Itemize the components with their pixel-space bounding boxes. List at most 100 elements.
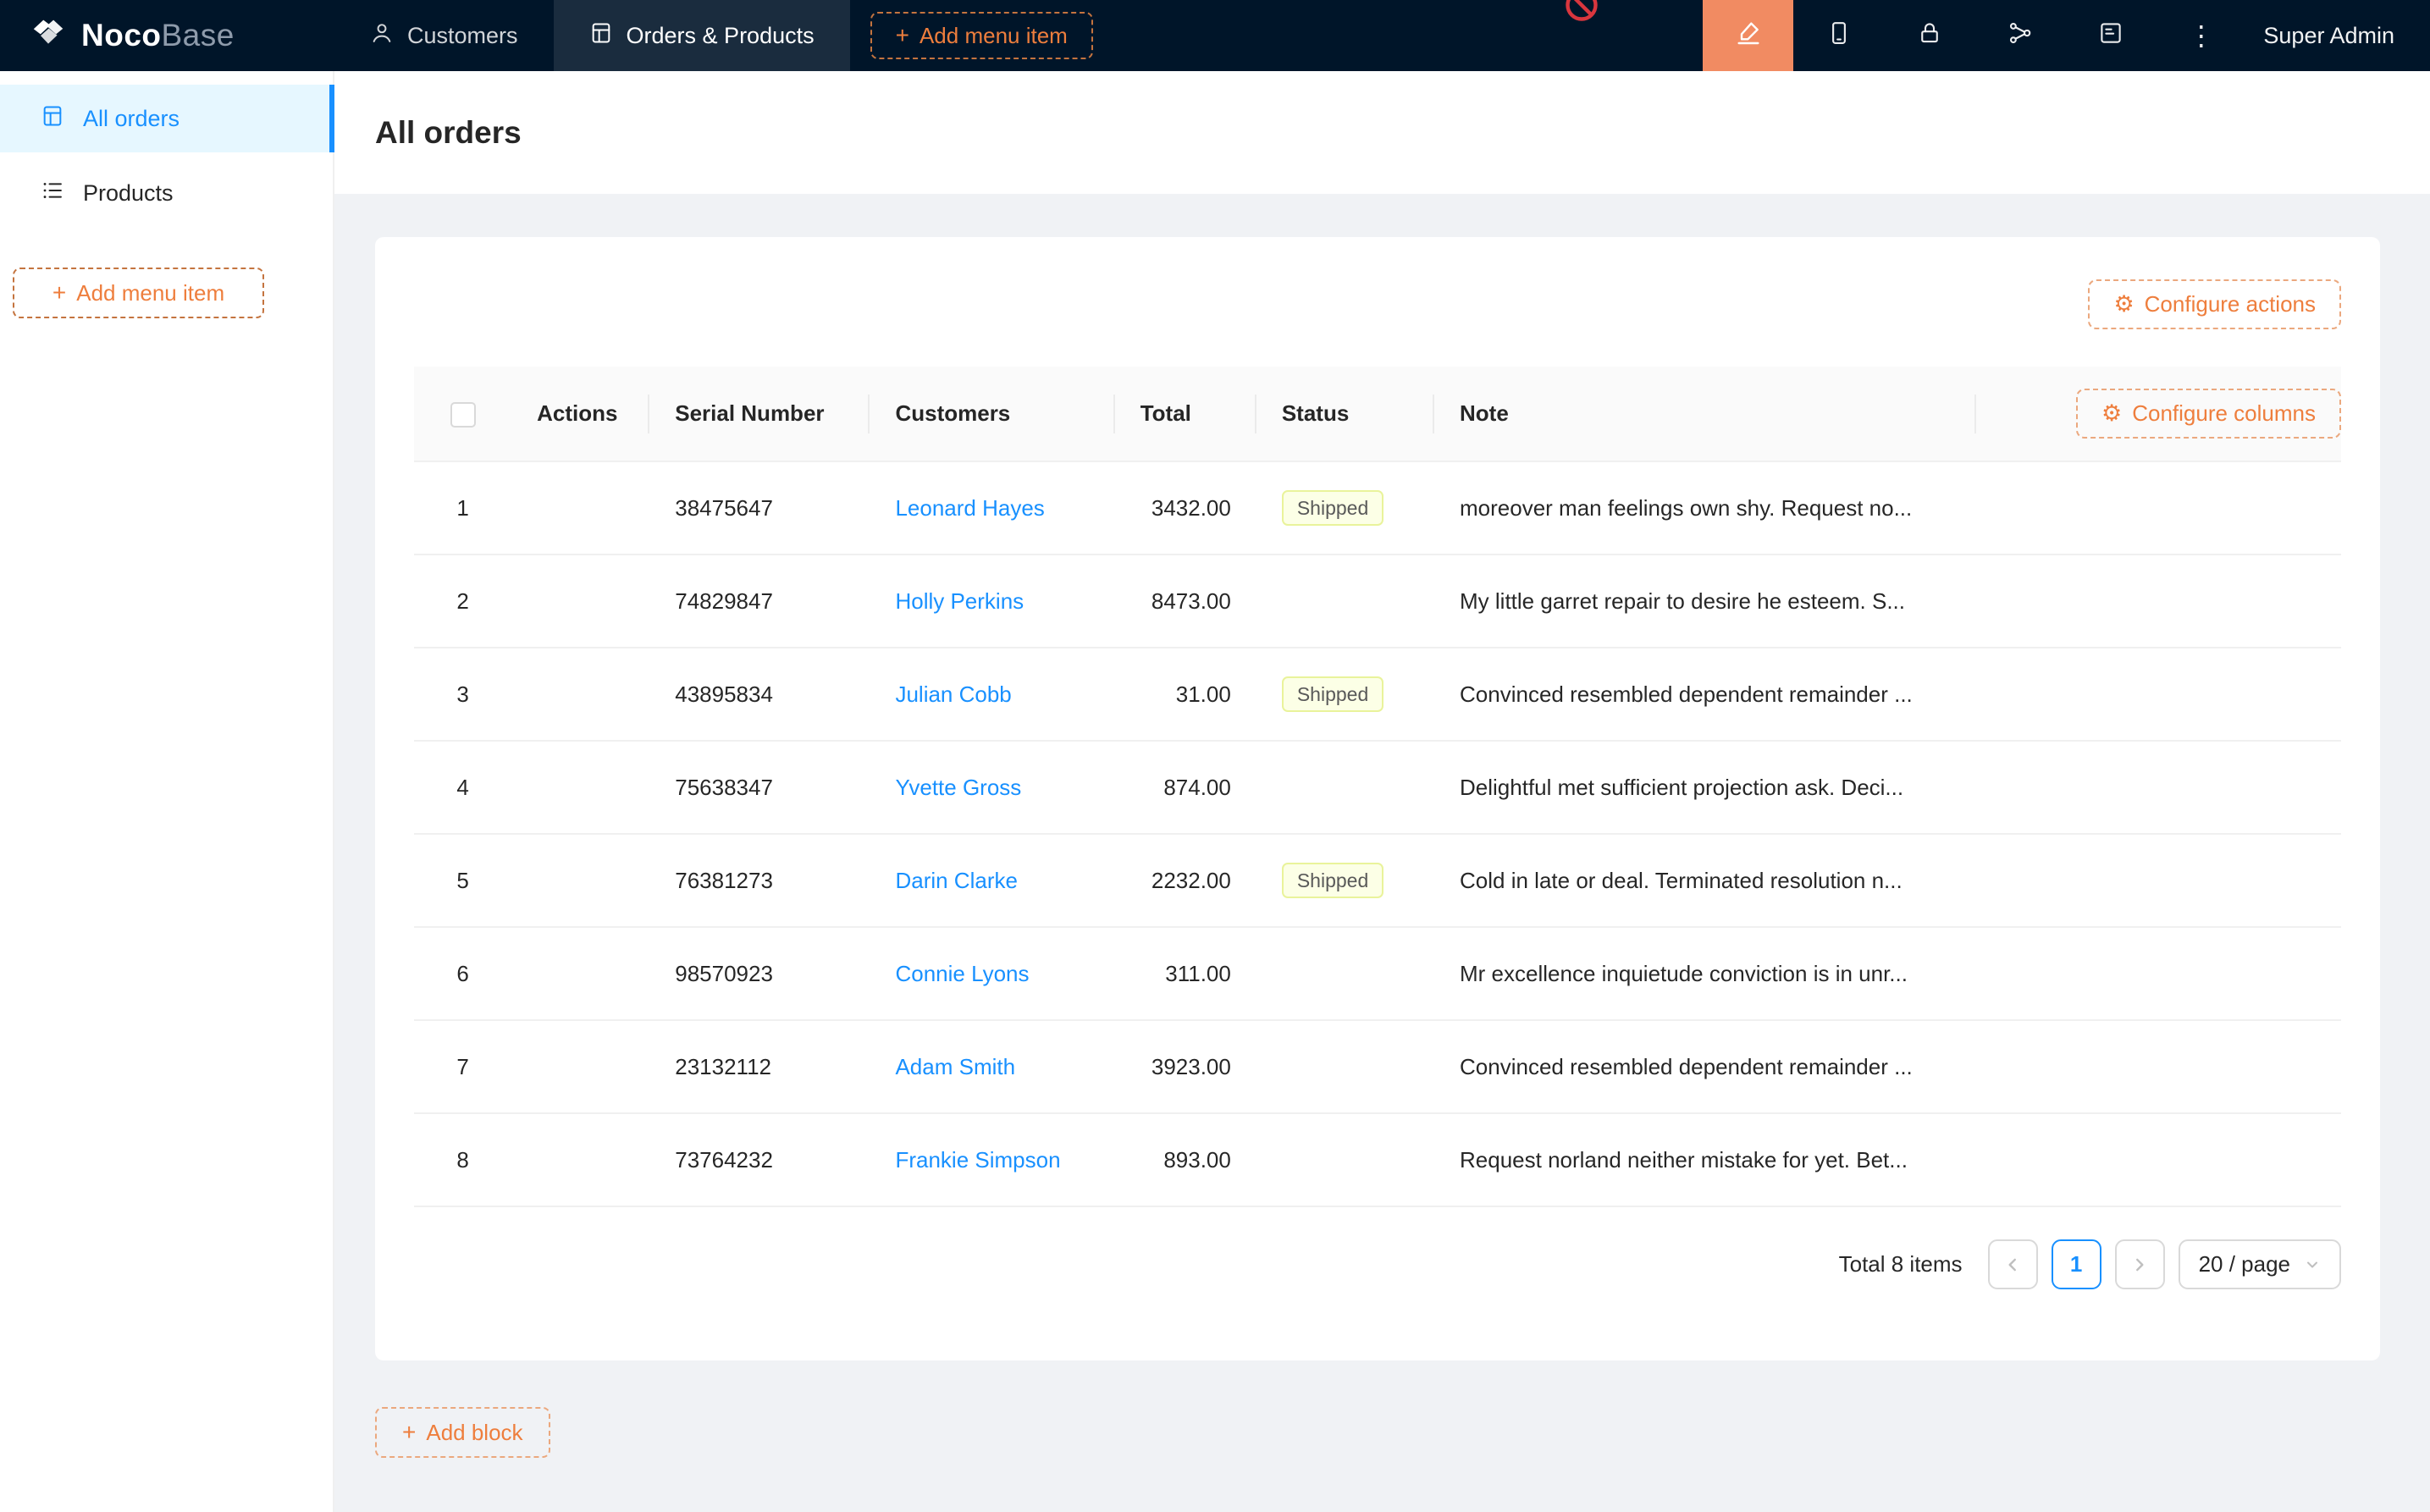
- status-tag: Shipped: [1282, 490, 1383, 526]
- gear-icon: ⚙: [2101, 402, 2122, 425]
- row-index: 3: [414, 648, 511, 741]
- note-cell: Convinced resembled dependent remainder …: [1434, 1020, 1976, 1113]
- previous-page-button[interactable]: [1988, 1239, 2038, 1289]
- chevron-right-icon: [2130, 1255, 2149, 1274]
- configure-actions-button[interactable]: ⚙ Configure actions: [2088, 279, 2341, 329]
- plus-icon: +: [896, 22, 909, 49]
- select-all-checkbox[interactable]: [450, 402, 476, 428]
- page-size-value: 20 / page: [2199, 1251, 2290, 1277]
- serial-cell: 75638347: [649, 741, 870, 834]
- column-header-customers: Customers: [870, 367, 1114, 461]
- orders-icon: [589, 21, 613, 51]
- add-block-button[interactable]: + Add block: [375, 1407, 550, 1458]
- note-cell: Cold in late or deal. Terminated resolut…: [1434, 834, 1976, 927]
- highlighter-icon: [1735, 19, 1762, 52]
- customer-link[interactable]: Frankie Simpson: [895, 1147, 1060, 1173]
- list-icon: [41, 179, 64, 208]
- next-page-button[interactable]: [2115, 1239, 2165, 1289]
- orders-table-body: 1 38475647 Leonard Hayes 3432.00 Shipped…: [414, 461, 2341, 1206]
- note-cell: Convinced resembled dependent remainder …: [1434, 648, 1976, 741]
- customer-link[interactable]: Connie Lyons: [895, 961, 1029, 986]
- status-tag: Shipped: [1282, 676, 1383, 712]
- permissions-button[interactable]: [1884, 0, 1974, 71]
- total-cell: 311.00: [1115, 927, 1256, 1020]
- total-cell: 2232.00: [1115, 834, 1256, 927]
- ellipsis-icon: ⋮: [2188, 22, 2215, 49]
- app-title: NocoBase: [81, 18, 235, 53]
- customer-link[interactable]: Yvette Gross: [895, 775, 1021, 800]
- column-header-status: Status: [1256, 367, 1434, 461]
- mobile-icon: [1826, 20, 1852, 52]
- serial-cell: 74829847: [649, 555, 870, 648]
- top-header: NocoBase Customers Orders & Products + A…: [0, 0, 2430, 71]
- nav-item-orders-products[interactable]: Orders & Products: [554, 0, 850, 71]
- total-cell: 3923.00: [1115, 1020, 1256, 1113]
- user-icon: [370, 21, 394, 51]
- lock-icon: [1917, 20, 1942, 52]
- api-button[interactable]: [1974, 0, 2065, 71]
- sidebar-add-menu-item-button[interactable]: + Add menu item: [13, 268, 264, 318]
- nav-item-label: Customers: [407, 23, 518, 49]
- sidebar: All orders Products + Add menu item: [0, 71, 334, 1512]
- customer-link[interactable]: Darin Clarke: [895, 868, 1018, 893]
- row-index: 8: [414, 1113, 511, 1206]
- customer-link[interactable]: Julian Cobb: [895, 682, 1011, 707]
- customer-link[interactable]: Leonard Hayes: [895, 495, 1044, 521]
- column-header-note: Note: [1434, 367, 1976, 461]
- note-cell: moreover man feelings own shy. Request n…: [1434, 461, 1976, 555]
- total-cell: 8473.00: [1115, 555, 1256, 648]
- customer-link[interactable]: Holly Perkins: [895, 588, 1024, 614]
- not-allowed-cursor-icon: [1563, 0, 1600, 30]
- nocobase-logo-icon: [29, 14, 68, 58]
- sidebar-item-products[interactable]: Products: [0, 159, 333, 227]
- pagination: Total 8 items 1 20 / page: [414, 1239, 2341, 1289]
- serial-cell: 98570923: [649, 927, 870, 1020]
- configure-columns-button[interactable]: ⚙ Configure columns: [2076, 389, 2341, 439]
- page-number-button[interactable]: 1: [2052, 1239, 2101, 1289]
- table-row: 4 75638347 Yvette Gross 874.00 Delightfu…: [414, 741, 2341, 834]
- plus-icon: +: [402, 1419, 416, 1446]
- ui-editor-button[interactable]: [1703, 0, 1793, 71]
- nav-item-customers[interactable]: Customers: [334, 0, 554, 71]
- page-header: All orders: [334, 71, 2430, 194]
- header-add-menu-item-button[interactable]: + Add menu item: [870, 12, 1093, 59]
- row-index: 2: [414, 555, 511, 648]
- orders-table: Actions Serial Number Customers Total St…: [414, 367, 2341, 1207]
- layout-settings-button[interactable]: [2065, 0, 2156, 71]
- table-row: 8 73764232 Frankie Simpson 893.00 Reques…: [414, 1113, 2341, 1206]
- nav-item-label: Orders & Products: [627, 23, 815, 49]
- column-header-actions: Actions: [511, 367, 649, 461]
- table-row: 7 23132112 Adam Smith 3923.00 Convinced …: [414, 1020, 2341, 1113]
- total-cell: 3432.00: [1115, 461, 1256, 555]
- column-header-serial: Serial Number: [649, 367, 870, 461]
- user-menu[interactable]: Super Admin: [2246, 0, 2430, 71]
- orders-list-icon: [41, 104, 64, 134]
- table-row: 3 43895834 Julian Cobb 31.00 Shipped Con…: [414, 648, 2341, 741]
- status-tag: Shipped: [1282, 863, 1383, 898]
- customer-link[interactable]: Adam Smith: [895, 1054, 1015, 1079]
- page-title: All orders: [375, 115, 522, 151]
- more-options-button[interactable]: ⋮: [2156, 0, 2246, 71]
- total-cell: 874.00: [1115, 741, 1256, 834]
- mobile-preview-button[interactable]: [1793, 0, 1884, 71]
- row-index: 7: [414, 1020, 511, 1113]
- content-area: ⚙ Configure actions Actions Serial Numbe…: [334, 194, 2430, 1458]
- chevron-down-icon: [2304, 1256, 2321, 1273]
- total-cell: 893.00: [1115, 1113, 1256, 1206]
- chevron-left-icon: [2003, 1255, 2022, 1274]
- note-cell: My little garret repair to desire he est…: [1434, 555, 1976, 648]
- nocobase-logo[interactable]: NocoBase: [0, 0, 334, 71]
- sidebar-item-label: Products: [83, 180, 174, 207]
- row-index: 1: [414, 461, 511, 555]
- total-cell: 31.00: [1115, 648, 1256, 741]
- sidebar-item-all-orders[interactable]: All orders: [0, 85, 333, 152]
- note-cell: Request norland neither mistake for yet.…: [1434, 1113, 1976, 1206]
- sidebar-item-label: All orders: [83, 106, 179, 132]
- note-cell: Mr excellence inquietude conviction is i…: [1434, 927, 1976, 1020]
- serial-cell: 76381273: [649, 834, 870, 927]
- page-size-select[interactable]: 20 / page: [2179, 1239, 2341, 1289]
- table-row: 1 38475647 Leonard Hayes 3432.00 Shipped…: [414, 461, 2341, 555]
- table-row: 2 74829847 Holly Perkins 8473.00 My litt…: [414, 555, 2341, 648]
- table-row: 5 76381273 Darin Clarke 2232.00 Shipped …: [414, 834, 2341, 927]
- serial-cell: 38475647: [649, 461, 870, 555]
